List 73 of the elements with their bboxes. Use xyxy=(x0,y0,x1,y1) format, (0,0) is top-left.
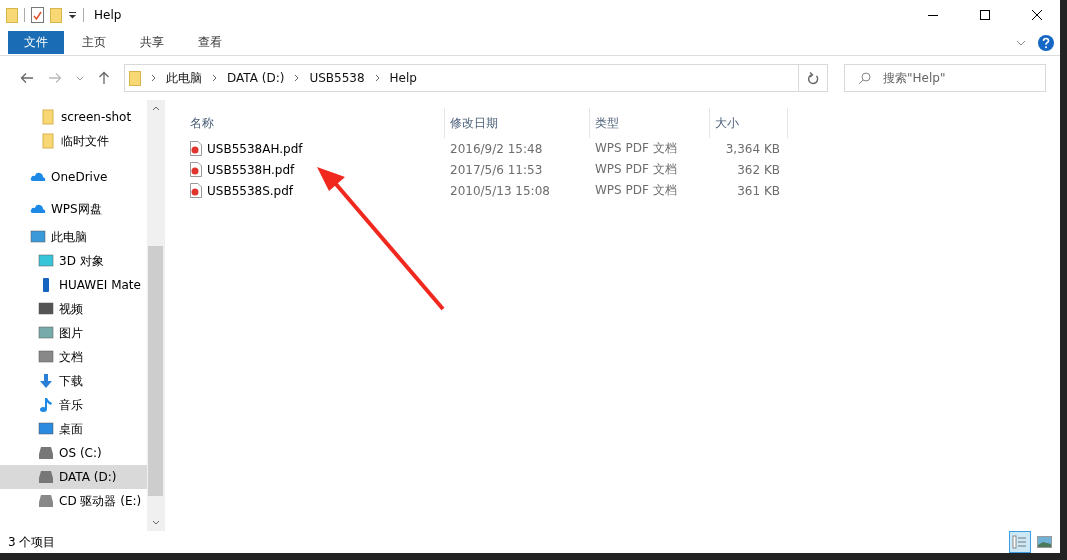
back-arrow-icon[interactable] xyxy=(20,72,34,84)
size-cell-text: 362 KB xyxy=(736,162,781,177)
checklist-icon[interactable] xyxy=(31,7,44,23)
up-arrow-icon[interactable] xyxy=(98,71,110,85)
date-cell-text: 2016/9/2 15:48 xyxy=(449,141,544,156)
sidebar-item[interactable]: CD 驱动器 (E:) xyxy=(0,489,147,513)
column-header[interactable]: 大小 xyxy=(710,108,788,138)
scrollbar-thumb[interactable] xyxy=(148,245,163,496)
sidebar-item[interactable]: 临时文件 xyxy=(0,129,147,153)
sidebar-item[interactable]: WPS网盘 xyxy=(0,193,147,225)
breadcrumb-item[interactable]: USB5538 xyxy=(309,71,365,85)
sidebar-item[interactable]: 3D 对象 xyxy=(0,249,147,273)
folder-icon[interactable] xyxy=(50,7,62,23)
pdf-file-icon xyxy=(190,162,202,177)
download-icon xyxy=(38,373,54,389)
music-icon xyxy=(38,397,54,413)
type-cell-text: WPS PDF 文档 xyxy=(594,140,678,157)
sidebar-item[interactable]: 文档 xyxy=(0,345,147,369)
item-count: 3 个项目 xyxy=(8,533,56,551)
folder-icon xyxy=(40,109,56,125)
chevron-right-icon xyxy=(151,74,156,82)
window-title: Help xyxy=(94,8,122,22)
folder-icon[interactable] xyxy=(6,7,18,23)
search-icon xyxy=(858,72,871,85)
sidebar-item[interactable]: 下载 xyxy=(0,369,147,393)
breadcrumb-item[interactable]: DATA (D:) xyxy=(227,71,285,85)
sidebar-item[interactable]: 此电脑 xyxy=(0,225,147,249)
picture-view-icon[interactable] xyxy=(1037,536,1052,548)
type-cell-text: WPS PDF 文档 xyxy=(594,182,678,199)
details-view-icon[interactable] xyxy=(1009,531,1031,553)
sidebar-item[interactable]: screen-shot xyxy=(0,105,147,129)
ribbon-tab[interactable]: 查看 xyxy=(182,31,238,54)
dropdown-icon[interactable] xyxy=(68,11,77,19)
search-field[interactable]: 搜索"Help" xyxy=(844,64,1046,92)
chevron-down-icon[interactable] xyxy=(1016,39,1026,46)
refresh-icon xyxy=(807,71,819,85)
column-header[interactable]: 类型 xyxy=(590,108,710,138)
sidebar-item[interactable]: 桌面 xyxy=(0,417,147,441)
column-header[interactable]: 名称 xyxy=(185,108,445,138)
file-name-cell[interactable]: USB5538AH.pdf xyxy=(185,141,445,156)
sidebar-item[interactable]: DATA (D:) xyxy=(0,465,147,489)
chevron-right-icon xyxy=(212,74,217,82)
size-cell-text: 3,364 KB xyxy=(724,141,781,156)
column-header[interactable]: 修改日期 xyxy=(445,108,590,138)
sidebar-item[interactable]: HUAWEI Mate xyxy=(0,273,147,297)
scroll-down-icon[interactable] xyxy=(151,520,160,525)
breadcrumb-item[interactable]: 此电脑 xyxy=(166,69,202,87)
file-name-cell[interactable]: USB5538H.pdf xyxy=(185,162,445,177)
chevron-right-icon xyxy=(374,74,380,82)
address-bar[interactable]: 此电脑 DATA (D:) USB5538 Help xyxy=(124,64,799,92)
date-cell-text: 2017/5/6 11:53 xyxy=(449,162,544,177)
sidebar-item[interactable]: OS (C:) xyxy=(0,441,147,465)
sidebar-item[interactable]: 视频 xyxy=(0,297,147,321)
ribbon-tab[interactable]: 主页 xyxy=(66,31,122,54)
sidebar-item[interactable]: OneDrive xyxy=(0,161,147,193)
file-name-cell[interactable]: USB5538S.pdf xyxy=(185,183,445,198)
folder-icon xyxy=(129,70,141,86)
type-cell-text: WPS PDF 文档 xyxy=(594,161,678,178)
sidebar-item[interactable]: 音乐 xyxy=(0,393,147,417)
ribbon-tab[interactable]: 共享 xyxy=(124,31,180,54)
size-cell-text: 361 KB xyxy=(736,183,781,198)
ribbon-tab[interactable]: 文件 xyxy=(8,31,64,54)
help-icon[interactable] xyxy=(1038,34,1054,51)
date-cell-text: 2010/5/13 15:08 xyxy=(449,183,551,198)
scroll-up-icon[interactable] xyxy=(151,106,160,111)
folder-icon xyxy=(40,133,56,149)
sidebar-item[interactable]: 图片 xyxy=(0,321,147,345)
chevron-down-icon[interactable] xyxy=(76,75,84,81)
pdf-file-icon xyxy=(190,183,202,198)
breadcrumb-item[interactable]: Help xyxy=(389,71,417,85)
pdf-file-icon xyxy=(190,141,202,156)
refresh-button[interactable] xyxy=(798,64,828,92)
chevron-right-icon xyxy=(294,74,300,82)
